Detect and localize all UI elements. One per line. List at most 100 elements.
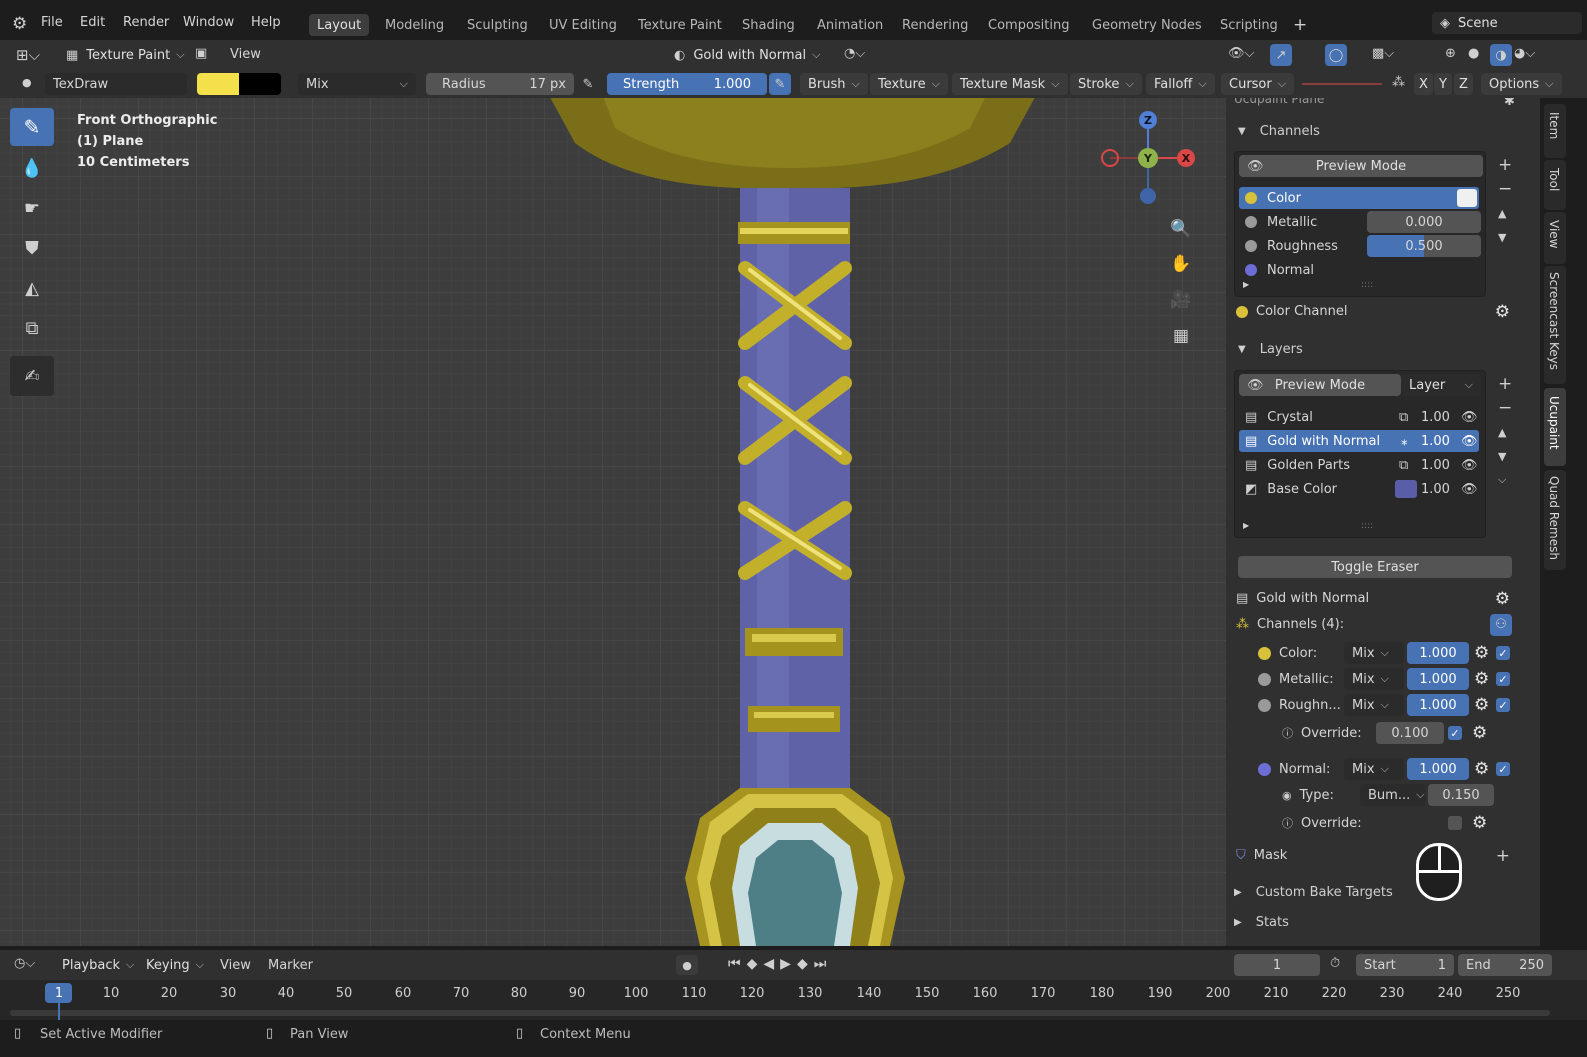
navigation-gizmo[interactable]: Z X Y xyxy=(1098,108,1198,218)
add-workspace-icon[interactable]: + xyxy=(1293,15,1307,35)
smear-tool-icon[interactable]: ☛ xyxy=(10,188,54,228)
cursor-menu[interactable]: Cursor xyxy=(1221,73,1295,95)
move-layer-up-icon[interactable]: ▲ xyxy=(1498,420,1506,444)
canvas-mode-icon[interactable]: ◔⌵ xyxy=(844,46,865,61)
layer-row-golden-parts[interactable]: ▤ Golden Parts ⧉ 1.00 👁 xyxy=(1239,454,1479,476)
custom-bake-targets-header[interactable]: Custom Bake Targets xyxy=(1234,885,1393,900)
viewport-3d[interactable]: Front Orthographic (1) Plane 10 Centimet… xyxy=(0,98,1226,946)
menu-help[interactable]: Help xyxy=(251,15,281,30)
annotate-tool-icon[interactable]: ✍ xyxy=(10,356,54,396)
channels-resize-grip-icon[interactable]: :::: xyxy=(1361,280,1373,290)
strength-slider[interactable]: Strength 1.000 xyxy=(607,73,767,95)
radius-pressure-icon[interactable]: ✎ xyxy=(578,73,598,95)
remove-layer-icon[interactable]: − xyxy=(1498,396,1512,420)
layer-channel-enable-checkbox[interactable]: ✓ xyxy=(1496,646,1510,660)
brush-name-field[interactable]: TexDraw xyxy=(45,73,187,95)
layer-channel-settings-icon[interactable]: ⚙ xyxy=(1474,695,1489,715)
channels-preview-mode-button[interactable]: 👁 Preview Mode xyxy=(1239,155,1483,177)
record-icon[interactable]: ● xyxy=(676,955,698,975)
zoom-icon[interactable]: 🔍 xyxy=(1166,212,1196,246)
brush-icon[interactable]: ● xyxy=(22,76,32,89)
blend-icon[interactable]: ⁎ xyxy=(1401,434,1408,449)
menu-edit[interactable]: Edit xyxy=(80,15,105,30)
next-keyframe-icon[interactable]: ◆ xyxy=(797,956,808,972)
ortho-grid-icon[interactable]: ▦ xyxy=(1166,318,1196,354)
start-frame-field[interactable]: Start 1 xyxy=(1356,954,1454,976)
override-checkbox[interactable]: ✓ xyxy=(1448,726,1462,740)
layer-channel-intensity[interactable]: 1.000 xyxy=(1407,668,1469,690)
jump-end-icon[interactable]: ⏭ xyxy=(814,956,827,972)
layer-channel-blend-dropdown[interactable]: Mix xyxy=(1344,642,1404,664)
mode-dropdown[interactable]: ▦ Texture Paint xyxy=(58,44,193,66)
solid-shading-icon[interactable]: ● xyxy=(1468,46,1479,61)
move-channel-up-icon[interactable]: ▲ xyxy=(1498,201,1506,225)
active-layer-row[interactable]: ▤ Gold with Normal ⚙ xyxy=(1236,589,1520,609)
roughness-value-field[interactable]: 0.500 xyxy=(1367,235,1481,257)
axis-z-button[interactable]: Z xyxy=(1454,73,1473,95)
material-shading-icon[interactable]: ◑ xyxy=(1490,44,1512,66)
toggle-eraser-button[interactable]: Toggle Eraser xyxy=(1238,556,1512,578)
layer-row-base-color[interactable]: ◩ Base Color 1.00 👁 xyxy=(1239,478,1479,500)
primary-color-swatch[interactable] xyxy=(197,73,239,95)
tab-texture-paint[interactable]: Texture Paint xyxy=(638,18,722,33)
stroke-menu[interactable]: Stroke xyxy=(1070,73,1142,95)
pin-icon[interactable]: ✱ xyxy=(1504,98,1515,109)
mask-row[interactable]: ⛉ Mask + xyxy=(1236,846,1520,866)
base-color-swatch[interactable] xyxy=(1395,480,1417,498)
playback-menu[interactable]: Playback xyxy=(54,954,143,976)
add-layer-icon[interactable]: + xyxy=(1498,372,1512,396)
layer-channel-blend-dropdown[interactable]: Mix xyxy=(1344,758,1404,780)
radius-slider[interactable]: Radius 17 px xyxy=(426,73,574,95)
layers-resize-grip-icon[interactable]: :::: xyxy=(1361,521,1373,531)
color-channel-settings-icon[interactable]: ⚙ xyxy=(1495,302,1510,322)
layer-opacity[interactable]: 1.00 xyxy=(1421,410,1450,425)
channel-row-color[interactable]: Color xyxy=(1239,187,1479,209)
layer-channel-intensity[interactable]: 1.000 xyxy=(1407,694,1469,716)
fill-tool-icon[interactable]: ◭ xyxy=(10,268,54,308)
blender-logo-icon[interactable]: ⚙ xyxy=(12,14,27,34)
editor-type-icon[interactable]: ⊞⌵ xyxy=(16,46,40,64)
tab-sculpting[interactable]: Sculpting xyxy=(467,18,528,33)
normal-override-checkbox[interactable] xyxy=(1448,816,1462,830)
current-frame-field[interactable]: 1 xyxy=(1234,954,1320,976)
channels-toggle-icon[interactable]: ⚇ xyxy=(1490,613,1512,636)
color-channel-row[interactable]: Color Channel ⚙ xyxy=(1236,302,1520,322)
layers-menu-icon[interactable]: ⌵ xyxy=(1498,468,1506,492)
override-settings-icon[interactable]: ⚙ xyxy=(1472,723,1487,743)
blend-icon[interactable]: ⧉ xyxy=(1399,410,1408,425)
material-dropdown[interactable]: ◐ Gold with Normal xyxy=(666,44,829,66)
remove-channel-icon[interactable]: − xyxy=(1498,177,1512,201)
blend-icon[interactable]: ⧉ xyxy=(1399,458,1408,473)
xray-icon[interactable]: ▩⌵ xyxy=(1372,46,1394,61)
axis-y-button[interactable]: Y xyxy=(1434,73,1452,95)
tab-scripting[interactable]: Scripting xyxy=(1220,18,1278,33)
layer-visibility-icon[interactable]: 👁 xyxy=(1461,458,1478,473)
symmetry-icon[interactable]: ⁂ xyxy=(1392,75,1405,90)
tab-ucupaint[interactable]: Ucupaint xyxy=(1544,388,1566,466)
layer-channel-enable-checkbox[interactable]: ✓ xyxy=(1496,672,1510,686)
soften-tool-icon[interactable]: 💧 xyxy=(10,148,54,188)
axis-x-button[interactable]: X xyxy=(1414,73,1433,95)
jump-start-icon[interactable]: ⏮ xyxy=(728,956,741,972)
scene-selector[interactable]: ◈ Scene xyxy=(1432,12,1582,34)
tab-shading[interactable]: Shading xyxy=(742,18,795,33)
layer-row-crystal[interactable]: ▤ Crystal ⧉ 1.00 👁 xyxy=(1239,406,1479,428)
preview-range-icon[interactable]: ⏱ xyxy=(1330,956,1340,971)
move-channel-down-icon[interactable]: ▼ xyxy=(1498,225,1506,249)
mask-tool-icon[interactable]: ⧉ xyxy=(10,308,54,348)
clone-tool-icon[interactable]: ⛊ xyxy=(10,228,54,268)
layer-channels-row[interactable]: ⁂ Channels (4): ⚇ xyxy=(1236,613,1520,636)
layer-visibility-icon[interactable]: 👁 xyxy=(1461,410,1478,425)
play-reverse-icon[interactable]: ◀ xyxy=(763,956,774,972)
layer-channel-enable-checkbox[interactable]: ✓ xyxy=(1496,762,1510,776)
timeline-scrollbar[interactable] xyxy=(10,1010,1550,1016)
view-menu[interactable]: View xyxy=(230,47,261,62)
timeline-editor-icon[interactable]: ◷⌵ xyxy=(14,956,35,971)
play-icon[interactable]: ▶ xyxy=(780,956,791,972)
prev-keyframe-icon[interactable]: ◆ xyxy=(747,956,758,972)
tab-item[interactable]: Item xyxy=(1544,104,1566,158)
slot-icon[interactable]: ▣ xyxy=(195,46,207,61)
layer-opacity[interactable]: 1.00 xyxy=(1421,482,1450,497)
add-mask-icon[interactable]: + xyxy=(1496,846,1510,866)
layers-expand-icon[interactable]: ▶ xyxy=(1243,521,1249,530)
